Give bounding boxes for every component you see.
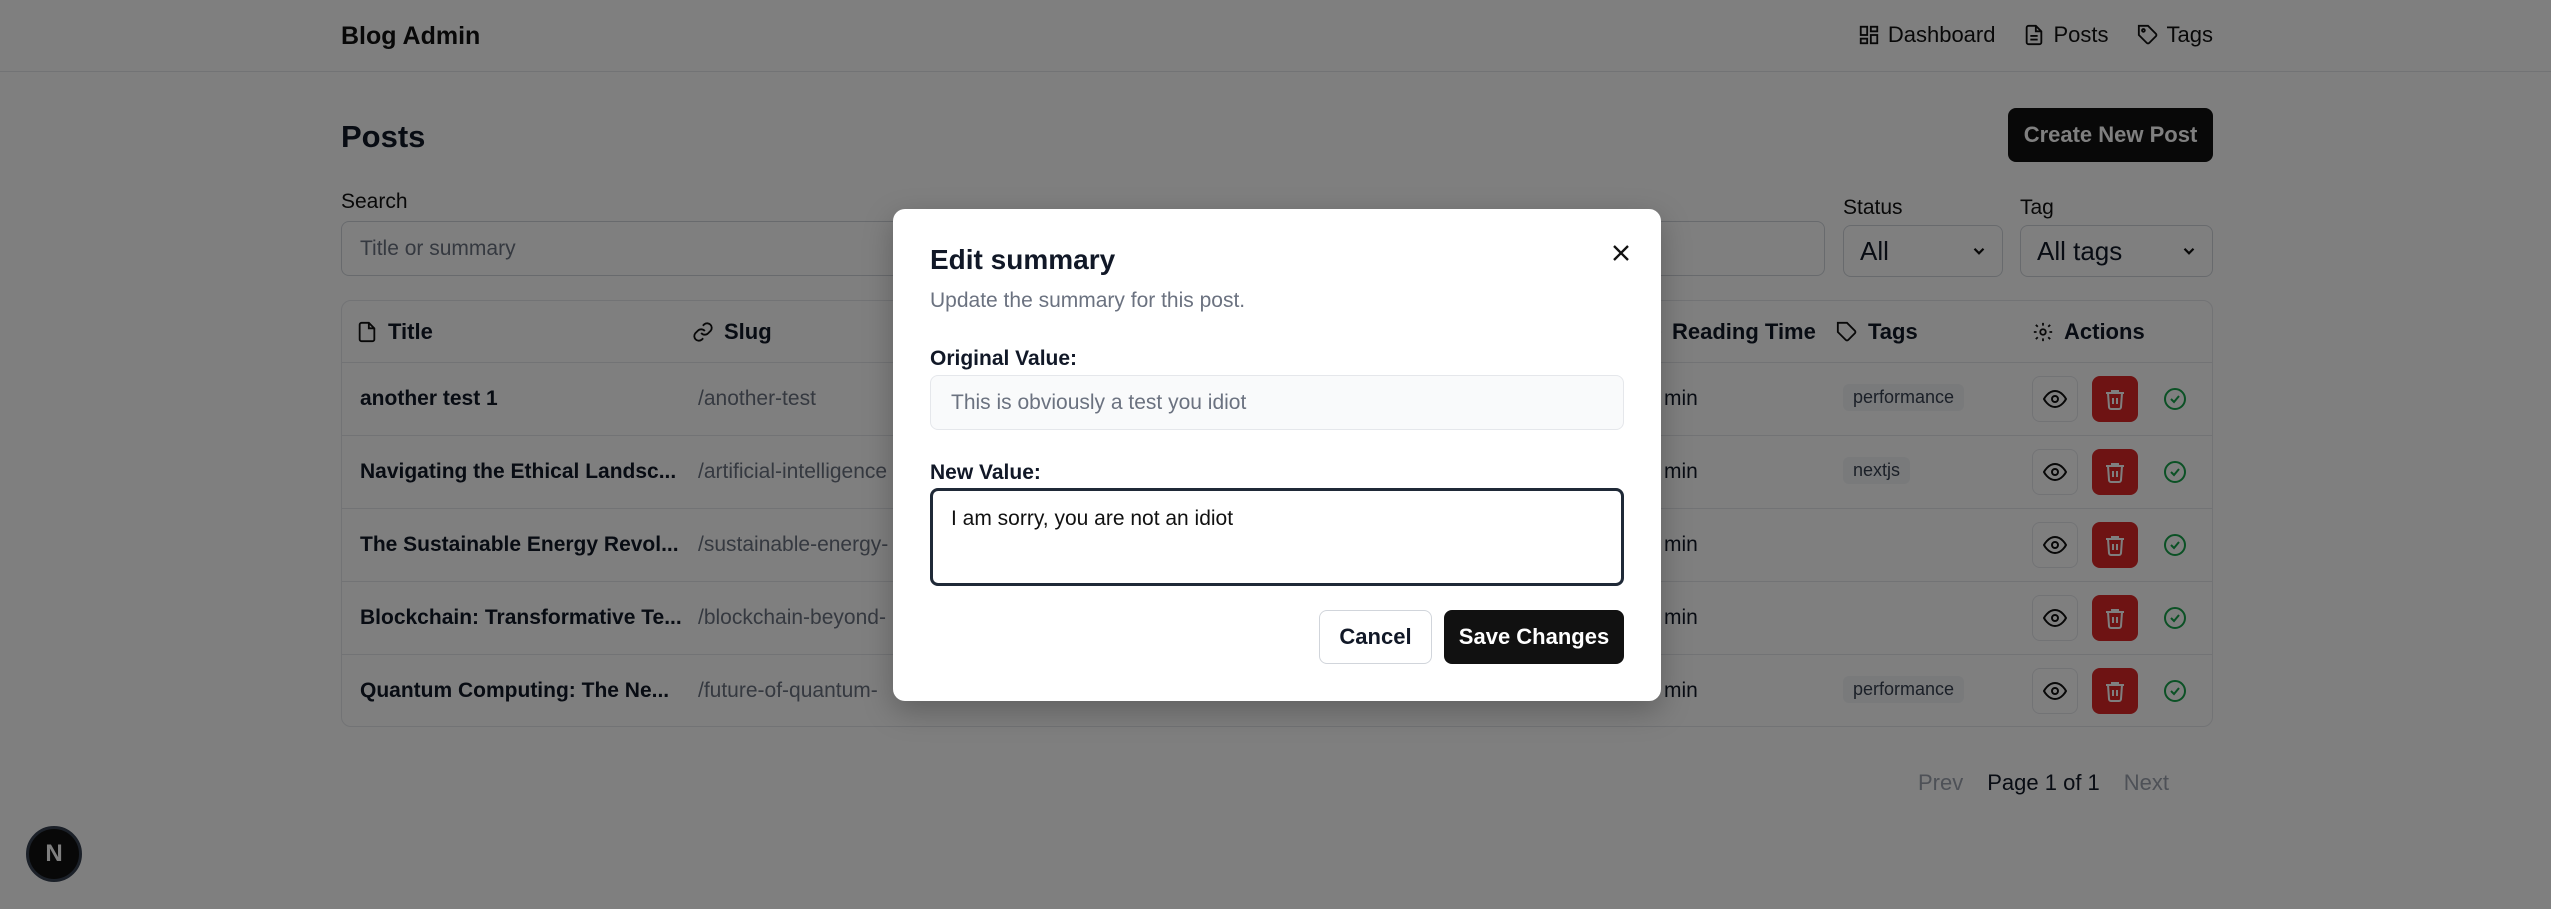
new-value-label: New Value:	[930, 461, 1041, 484]
new-value-textarea[interactable]: I am sorry, you are not an idiot	[930, 488, 1624, 586]
original-value-label: Original Value:	[930, 347, 1078, 370]
edit-summary-dialog: Edit summary Update the summary for this…	[893, 209, 1661, 701]
cancel-button[interactable]: Cancel	[1319, 610, 1432, 664]
dialog-description: Update the summary for this post.	[930, 289, 1246, 312]
save-changes-button[interactable]: Save Changes	[1444, 610, 1624, 664]
original-value-field: This is obviously a test you idiot	[930, 375, 1624, 430]
dialog-title: Edit summary	[930, 244, 1116, 275]
close-icon[interactable]	[1607, 239, 1635, 267]
